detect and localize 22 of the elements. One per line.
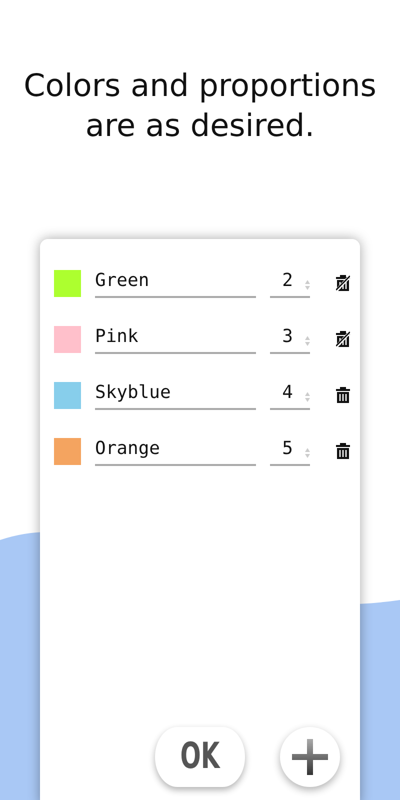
ok-button[interactable]: OK (155, 727, 245, 787)
spinner-icon (305, 280, 310, 290)
color-swatch[interactable] (54, 326, 81, 352)
color-swatch[interactable] (54, 382, 81, 408)
number-field[interactable]: 2 (270, 268, 310, 298)
number-field[interactable]: 4 (270, 380, 310, 410)
name-field[interactable]: Pink (95, 324, 256, 354)
name-field[interactable]: Skyblue (95, 380, 256, 410)
name-field[interactable]: Orange (95, 436, 256, 466)
trash-icon[interactable] (336, 387, 350, 403)
color-swatch[interactable] (54, 270, 81, 296)
spinner-icon (305, 336, 310, 346)
number-field[interactable]: 3 (270, 324, 310, 354)
add-button[interactable] (280, 727, 340, 787)
spinner-icon (305, 392, 310, 402)
trash-icon[interactable] (336, 443, 350, 459)
headline: Colors and proportions are as desired. (22, 67, 378, 146)
spinner-icon (305, 448, 310, 458)
color-swatch[interactable] (54, 438, 81, 464)
name-field[interactable]: Green (95, 268, 256, 298)
number-field[interactable]: 5 (270, 436, 310, 466)
plus-icon (292, 739, 328, 775)
